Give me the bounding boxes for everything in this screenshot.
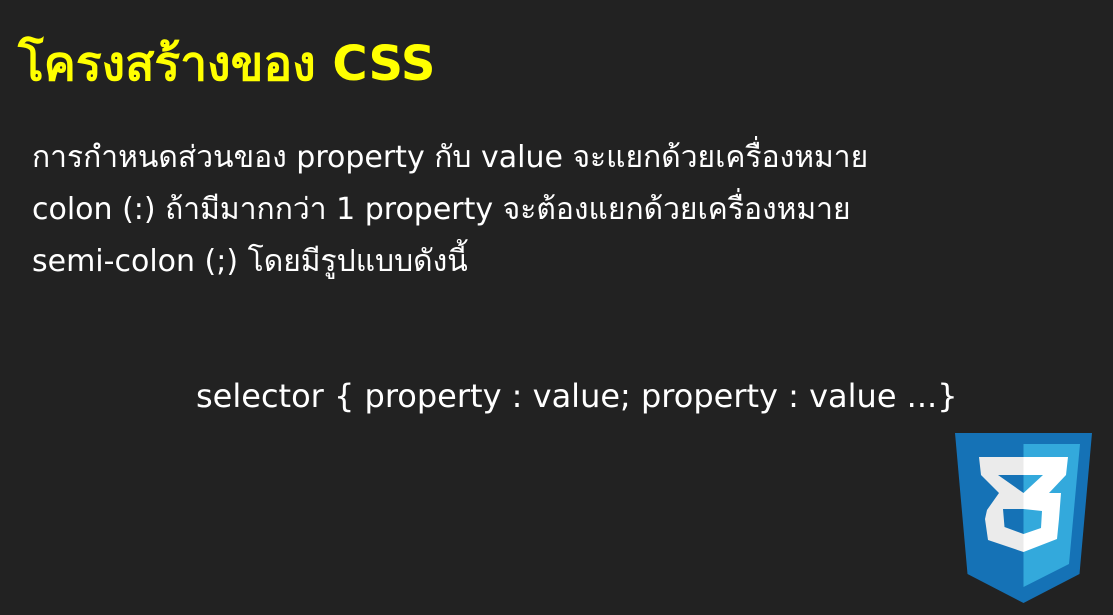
body-line-3: semi-colon (;) โดยมีรูปแบบดังนี้ — [32, 244, 468, 279]
body-line-2: colon (:) ถ้ามีมากกว่า 1 property จะต้อง… — [32, 192, 851, 227]
css3-logo-icon — [955, 433, 1092, 603]
slide-body: การกำหนดส่วนของ property กับ value จะแยก… — [32, 132, 1092, 288]
body-line-1: การกำหนดส่วนของ property กับ value จะแยก… — [32, 140, 869, 175]
slide: โครงสร้างของ CSS การกำหนดส่วนของ propert… — [0, 0, 1113, 615]
css-syntax-example: selector { property : value; property : … — [196, 377, 958, 415]
slide-title: โครงสร้างของ CSS — [18, 36, 436, 92]
